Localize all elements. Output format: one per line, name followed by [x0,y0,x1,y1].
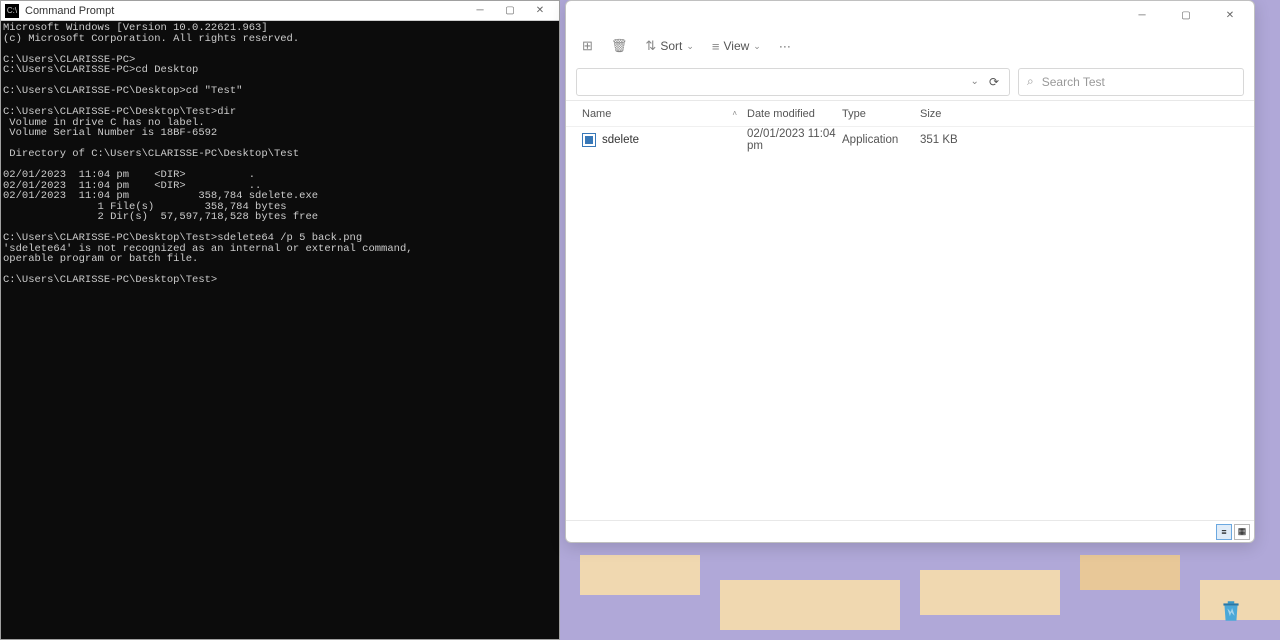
cmd-title: Command Prompt [25,5,465,17]
explorer-statusbar: ≡ ▦ [566,520,1254,542]
maximize-button[interactable]: ▢ [495,2,525,20]
details-view-toggle[interactable]: ≡ [1216,524,1232,540]
cmd-output[interactable]: Microsoft Windows [Version 10.0.22621.96… [1,21,559,639]
new-icon: ⊞ [582,38,593,54]
search-input[interactable]: ⌕ Search Test [1018,68,1244,96]
cmd-icon: C:\ [5,4,19,18]
column-headers: Name ˄ Date modified Type Size [566,101,1254,127]
recycle-bin-icon[interactable] [1216,596,1246,626]
more-button[interactable]: ··· [779,39,791,53]
view-label: View [723,39,749,53]
chevron-down-icon: ⌄ [753,41,761,52]
recycle-icon [1218,598,1244,624]
refresh-button[interactable]: ⟳ [985,75,1003,89]
icons-view-toggle[interactable]: ▦ [1234,524,1250,540]
view-icon: ≡ [712,39,720,54]
sort-ascending-icon: ˄ [732,109,747,118]
sort-label: Sort [660,39,682,53]
maximize-button[interactable]: ▢ [1164,1,1208,29]
explorer-titlebar[interactable]: ─ ▢ ✕ [566,1,1254,29]
search-icon: ⌕ [1027,74,1034,89]
file-explorer-window: ─ ▢ ✕ ⊞ 🗑 ⇅ Sort ⌄ ≡ View ⌄ ··· ⌄ ⟳ ⌕ Se… [565,0,1255,543]
command-prompt-window: C:\ Command Prompt ─ ▢ ✕ Microsoft Windo… [0,0,560,640]
cmd-titlebar[interactable]: C:\ Command Prompt ─ ▢ ✕ [1,1,559,21]
file-date: 02/01/2023 11:04 pm [747,128,842,152]
close-button[interactable]: ✕ [1208,1,1252,29]
file-name: sdelete [602,134,747,146]
sort-button[interactable]: ⇅ Sort ⌄ [645,38,693,54]
address-input[interactable]: ⌄ ⟳ [576,68,1010,96]
file-type: Application [842,134,920,146]
sort-icon: ⇅ [645,38,656,54]
minimize-button[interactable]: ─ [1120,1,1164,29]
column-type[interactable]: Type [842,108,920,120]
chevron-down-icon: ⌄ [686,41,694,52]
explorer-address-bar: ⌄ ⟳ ⌕ Search Test [566,63,1254,101]
column-name[interactable]: Name ˄ [582,108,747,120]
trash-icon: 🗑 [611,38,628,54]
column-date[interactable]: Date modified [747,108,842,120]
new-button[interactable]: ⊞ [582,38,593,54]
search-placeholder: Search Test [1042,75,1105,89]
explorer-toolbar: ⊞ 🗑 ⇅ Sort ⌄ ≡ View ⌄ ··· [566,29,1254,63]
file-list: sdelete 02/01/2023 11:04 pm Application … [566,127,1254,520]
file-row[interactable]: sdelete 02/01/2023 11:04 pm Application … [582,129,1238,151]
address-dropdown-icon[interactable]: ⌄ [965,76,985,87]
minimize-button[interactable]: ─ [465,2,495,20]
application-icon [582,133,596,147]
file-size: 351 KB [920,134,990,146]
delete-button[interactable]: 🗑 [611,38,628,54]
column-size[interactable]: Size [920,108,990,120]
view-button[interactable]: ≡ View ⌄ [712,39,761,54]
close-button[interactable]: ✕ [525,2,555,20]
